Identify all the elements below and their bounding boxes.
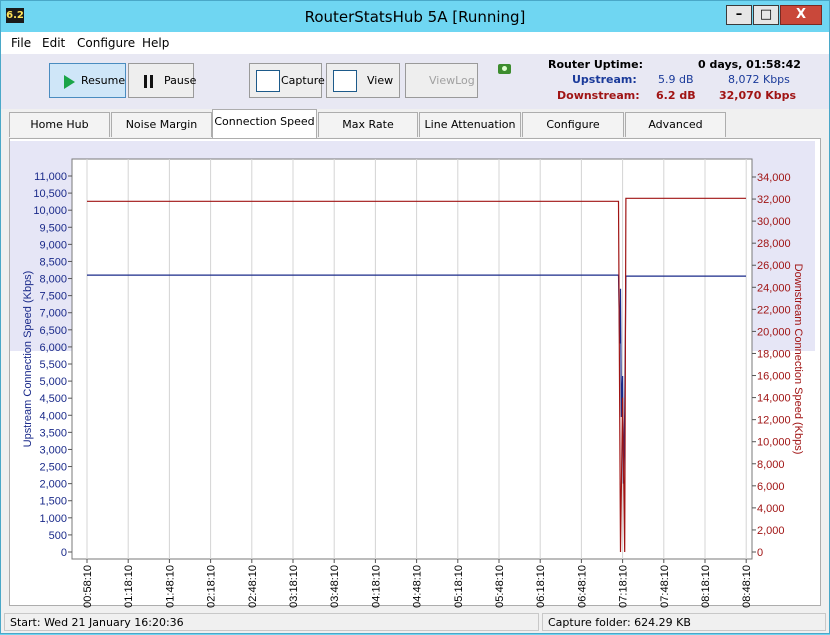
y-axis-tick-label: 10,500: [33, 188, 67, 200]
y2-axis-tick-label: 34,000: [757, 172, 791, 184]
y-axis-tick-label: 2,000: [39, 479, 67, 491]
y2-axis-tick-label: 26,000: [757, 260, 791, 272]
x-axis-tick-label: 04:18:10: [370, 565, 382, 608]
x-axis-tick-label: 08:18:10: [700, 565, 712, 608]
y-axis-tick-label: 6,000: [39, 342, 67, 354]
x-axis-tick-label: 07:48:10: [659, 565, 671, 608]
x-axis-tick-label: 06:18:10: [535, 565, 547, 608]
y-axis-tick-label: 9,500: [39, 222, 67, 234]
y-axis-tick-label: 5,000: [39, 376, 67, 388]
y-axis-label: Upstream Connection Speed (Kbps): [22, 271, 34, 448]
status-start-time: Start: Wed 21 January 16:20:36: [4, 613, 539, 631]
y-axis-tick-label: 10,000: [33, 205, 67, 217]
status-capture-folder: Capture folder: 624.29 KB: [542, 613, 826, 631]
y2-axis-tick-label: 12,000: [757, 415, 791, 427]
y2-axis-tick-label: 4,000: [757, 503, 785, 515]
y2-axis-label: Downstream Connection Speed (Kbps): [792, 264, 804, 455]
y-axis-tick-label: 1,000: [39, 513, 67, 525]
x-axis-tick-label: 03:18:10: [288, 565, 300, 608]
y-axis-tick-label: 11,000: [34, 171, 67, 183]
x-axis-tick-label: 01:18:10: [123, 565, 135, 608]
x-axis-tick-label: 05:48:10: [494, 565, 506, 608]
y2-axis-tick-label: 20,000: [757, 326, 791, 338]
y-axis-tick-label: 5,500: [39, 359, 67, 371]
y-axis-tick-label: 9,000: [39, 239, 67, 251]
y2-axis-tick-label: 28,000: [757, 238, 791, 250]
x-axis-tick-label: 04:48:10: [412, 565, 424, 608]
y2-axis-tick-label: 32,000: [757, 194, 791, 206]
connection-speed-chart: 11,000 10,500 10,000 9,500 9,000 8,500 8,000 7,…: [22, 158, 804, 608]
y-axis-tick-label: 7,000: [39, 308, 67, 320]
y-axis-tick-label: 500: [49, 530, 67, 542]
y2-axis-tick-label: 6,000: [757, 481, 785, 493]
y-axis-tick-label: 7,500: [39, 291, 67, 303]
y2-axis-tick-label: 30,000: [757, 216, 791, 228]
y-axis-tick-label: 1,500: [39, 496, 67, 508]
x-axis-tick-label: 01:48:10: [164, 565, 176, 608]
y-axis-tick-label: 4,500: [39, 393, 67, 405]
y2-axis-tick-label: 10,000: [757, 437, 791, 449]
x-axis-tick-label: 06:48:10: [576, 565, 588, 608]
y-axis-tick-label: 0: [61, 547, 67, 559]
y-axis-tick-label: 8,500: [39, 256, 67, 268]
x-axis-tick-label: 05:18:10: [453, 565, 465, 608]
y2-axis-tick-label: 24,000: [757, 282, 791, 294]
y-axis-tick-label: 4,000: [39, 410, 67, 422]
y-axis-tick-label: 3,500: [39, 427, 67, 439]
y2-axis-tick-label: 0: [757, 547, 763, 559]
y-axis-tick-label: 3,000: [39, 444, 67, 456]
y-axis-tick-label: 2,500: [39, 462, 67, 474]
plot-area: [71, 158, 753, 560]
x-axis-tick-label: 07:18:10: [618, 565, 630, 608]
y2-axis-tick-label: 8,000: [757, 459, 785, 471]
status-bar: Start: Wed 21 January 16:20:36 Capture f…: [1, 611, 829, 633]
x-axis-tick-label: 08:48:10: [741, 565, 753, 608]
x-axis-tick-label: 00:58:10: [82, 565, 94, 608]
x-axis-tick-label: 02:18:10: [206, 565, 218, 608]
y-axis-tick-label: 8,000: [39, 274, 67, 286]
y2-axis-tick-label: 18,000: [757, 348, 791, 360]
x-axis-tick-label: 03:48:10: [329, 565, 341, 608]
y-axis-tick-label: 6,500: [39, 325, 67, 337]
y2-axis-tick-label: 22,000: [757, 304, 791, 316]
app-window: 6.2 RouterStatsHub 5A [Running] – □ X Fi…: [0, 0, 830, 634]
y2-axis-tick-label: 14,000: [757, 393, 791, 405]
y2-axis-tick-label: 2,000: [757, 525, 785, 537]
x-axis-tick-label: 02:48:10: [247, 565, 259, 608]
y2-axis-tick-label: 16,000: [757, 371, 791, 383]
